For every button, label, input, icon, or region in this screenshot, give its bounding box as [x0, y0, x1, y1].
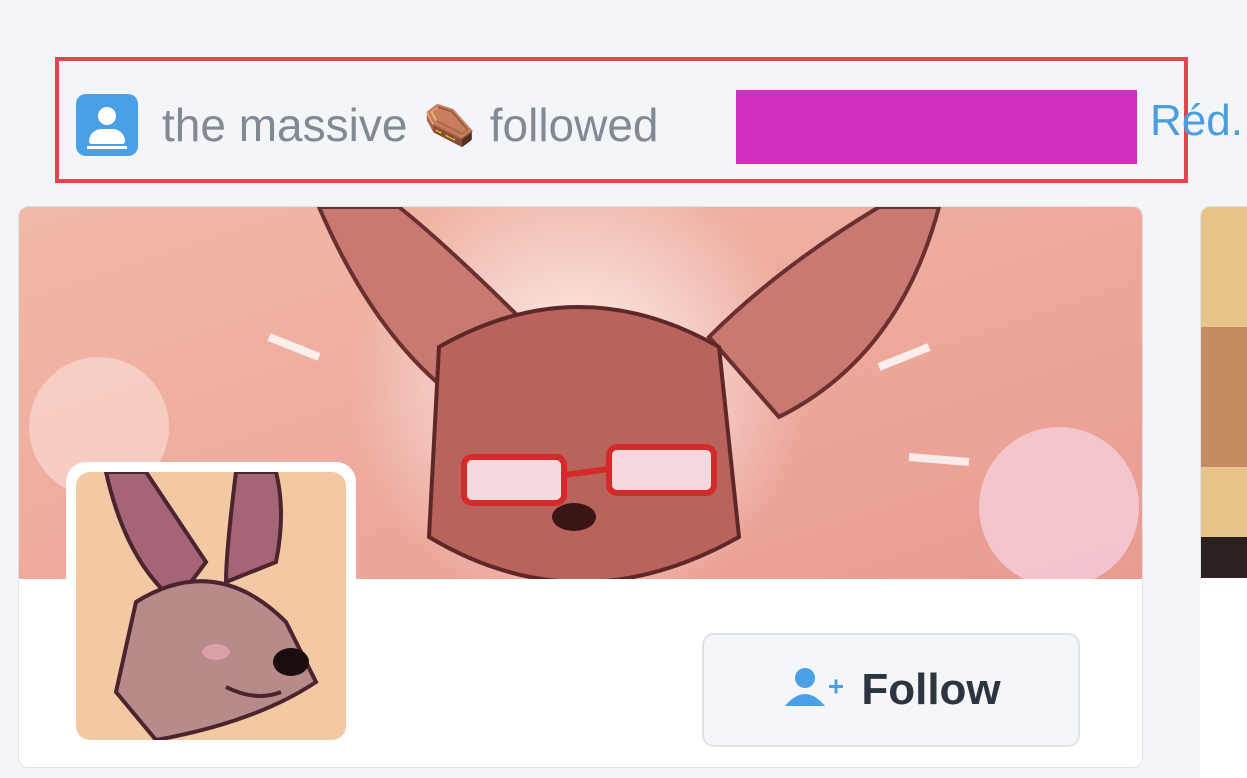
profile-avatar[interactable] [66, 462, 356, 750]
redacted-target [736, 90, 1137, 164]
follow-button[interactable]: Follow [702, 633, 1080, 747]
user-avatar-icon[interactable] [76, 94, 138, 156]
activity-line: the massive ⚰️ followed [76, 92, 659, 158]
coffin-emoji-icon: ⚰️ [423, 101, 476, 148]
follow-button-label: Follow [861, 665, 1001, 714]
reply-link[interactable]: Réd... [1150, 96, 1247, 146]
next-profile-card[interactable] [1200, 206, 1247, 580]
activity-verb: followed [489, 99, 659, 151]
next-profile-card-body [1200, 578, 1247, 778]
actor-name[interactable]: the massive [162, 98, 407, 152]
add-user-icon [781, 666, 847, 719]
